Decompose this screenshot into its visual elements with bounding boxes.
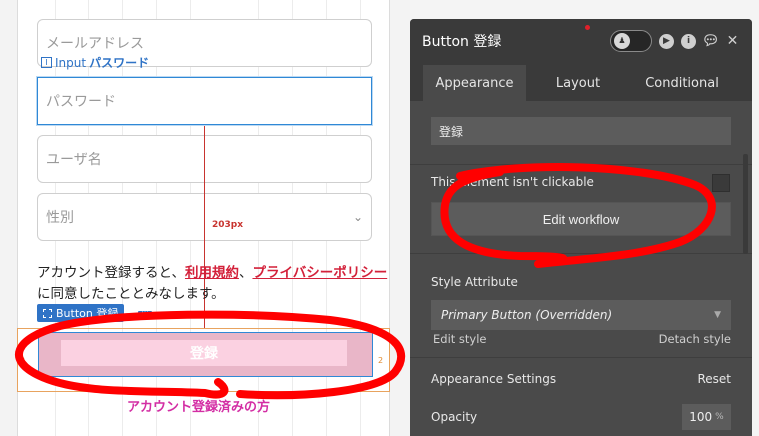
input-selection-tag[interactable]: I Input パスワード [41,54,149,71]
header-icons: ♟ ▶ i 💬︎ ✕ [610,30,740,52]
style-attribute-label: Style Attribute [431,275,518,289]
editor-tabs: Appearance Layout Conditional [410,63,752,101]
consent-text: アカウント登録すると、利用規約、プライバシーポリシーに同意したこととみなします。 [37,263,389,305]
privacy-link[interactable]: プライバシーポリシー [252,265,387,281]
consent-separator: 、 [238,265,253,281]
consent-part1: アカウント登録すると、 [37,265,185,281]
button-tag-label: Button 登録 [56,307,119,320]
button-icon [43,308,52,318]
login-caption[interactable]: アカウント登録済みの方 [127,396,270,415]
appearance-settings-label: Appearance Settings [431,372,557,386]
input-tag-prefix: Input [55,55,87,70]
tab-layout[interactable]: Layout [526,65,630,101]
chevron-down-icon: ⌄ [352,210,363,224]
info-icon[interactable]: i [681,33,696,49]
not-clickable-label: This element isn't clickable [431,175,594,189]
more-icon[interactable]: ··· [138,309,152,318]
tab-appearance[interactable]: Appearance [423,65,526,101]
username-placeholder: ユーザ名 [46,152,102,168]
property-editor: Button 登録 ♟ ▶ i 💬︎ ✕ Appearance Layout C… [410,19,752,436]
distance-label: 203px [212,220,244,230]
opacity-unit: % [715,412,724,422]
divider [410,357,752,358]
comment-icon[interactable]: 💬︎ [702,33,720,49]
reset-link[interactable]: Reset [697,372,731,386]
edit-workflow-button[interactable]: Edit workflow [431,202,731,236]
right-edge-number: 2 [378,356,384,365]
opacity-input[interactable]: 100 % [682,404,731,430]
input-tag-name: パスワード [89,56,150,70]
window-edge [752,0,759,436]
not-clickable-checkbox[interactable] [712,174,730,192]
opacity-label: Opacity [431,410,478,424]
register-button[interactable]: 登録 [61,340,347,366]
terms-link[interactable]: 利用規約 [185,265,239,281]
divider [410,253,752,254]
password-placeholder: パスワード [46,94,116,110]
email-placeholder: メールアドレス [46,36,144,52]
editor-header: Button 登録 ♟ ▶ i 💬︎ ✕ [410,19,752,63]
gender-placeholder: 性別 [46,210,74,226]
consent-part2: に同意したこととみなします。 [37,286,225,302]
left-edge-number: 2 [20,356,26,365]
divider [410,164,752,165]
button-selection-tag[interactable]: Button 登録 [37,304,125,322]
tab-conditional[interactable]: Conditional [630,65,734,101]
editor-title: Button 登録 [422,34,502,50]
design-canvas[interactable]: メールアドレス I Input パスワード パスワード ユーザ名 性別 ⌄ 20… [0,0,410,436]
style-select[interactable]: Primary Button (Overridden) ▼ [431,300,731,330]
opacity-value: 100 [689,410,713,424]
edit-style-link[interactable]: Edit style [433,332,487,346]
detach-style-link[interactable]: Detach style [659,332,731,346]
element-name-input[interactable]: 登録 [431,117,731,145]
style-value: Primary Button (Overridden) [441,308,613,322]
close-icon[interactable]: ✕ [725,33,740,49]
notification-dot [585,25,590,30]
toggle-icon[interactable]: ♟ [610,30,652,52]
play-icon[interactable]: ▶ [659,33,674,49]
password-input[interactable]: パスワード [37,77,372,125]
avatar: ♟ [614,33,630,49]
input-icon: I [41,57,52,68]
editor-scrollbar[interactable] [743,154,748,254]
chevron-down-icon: ▼ [714,310,721,320]
